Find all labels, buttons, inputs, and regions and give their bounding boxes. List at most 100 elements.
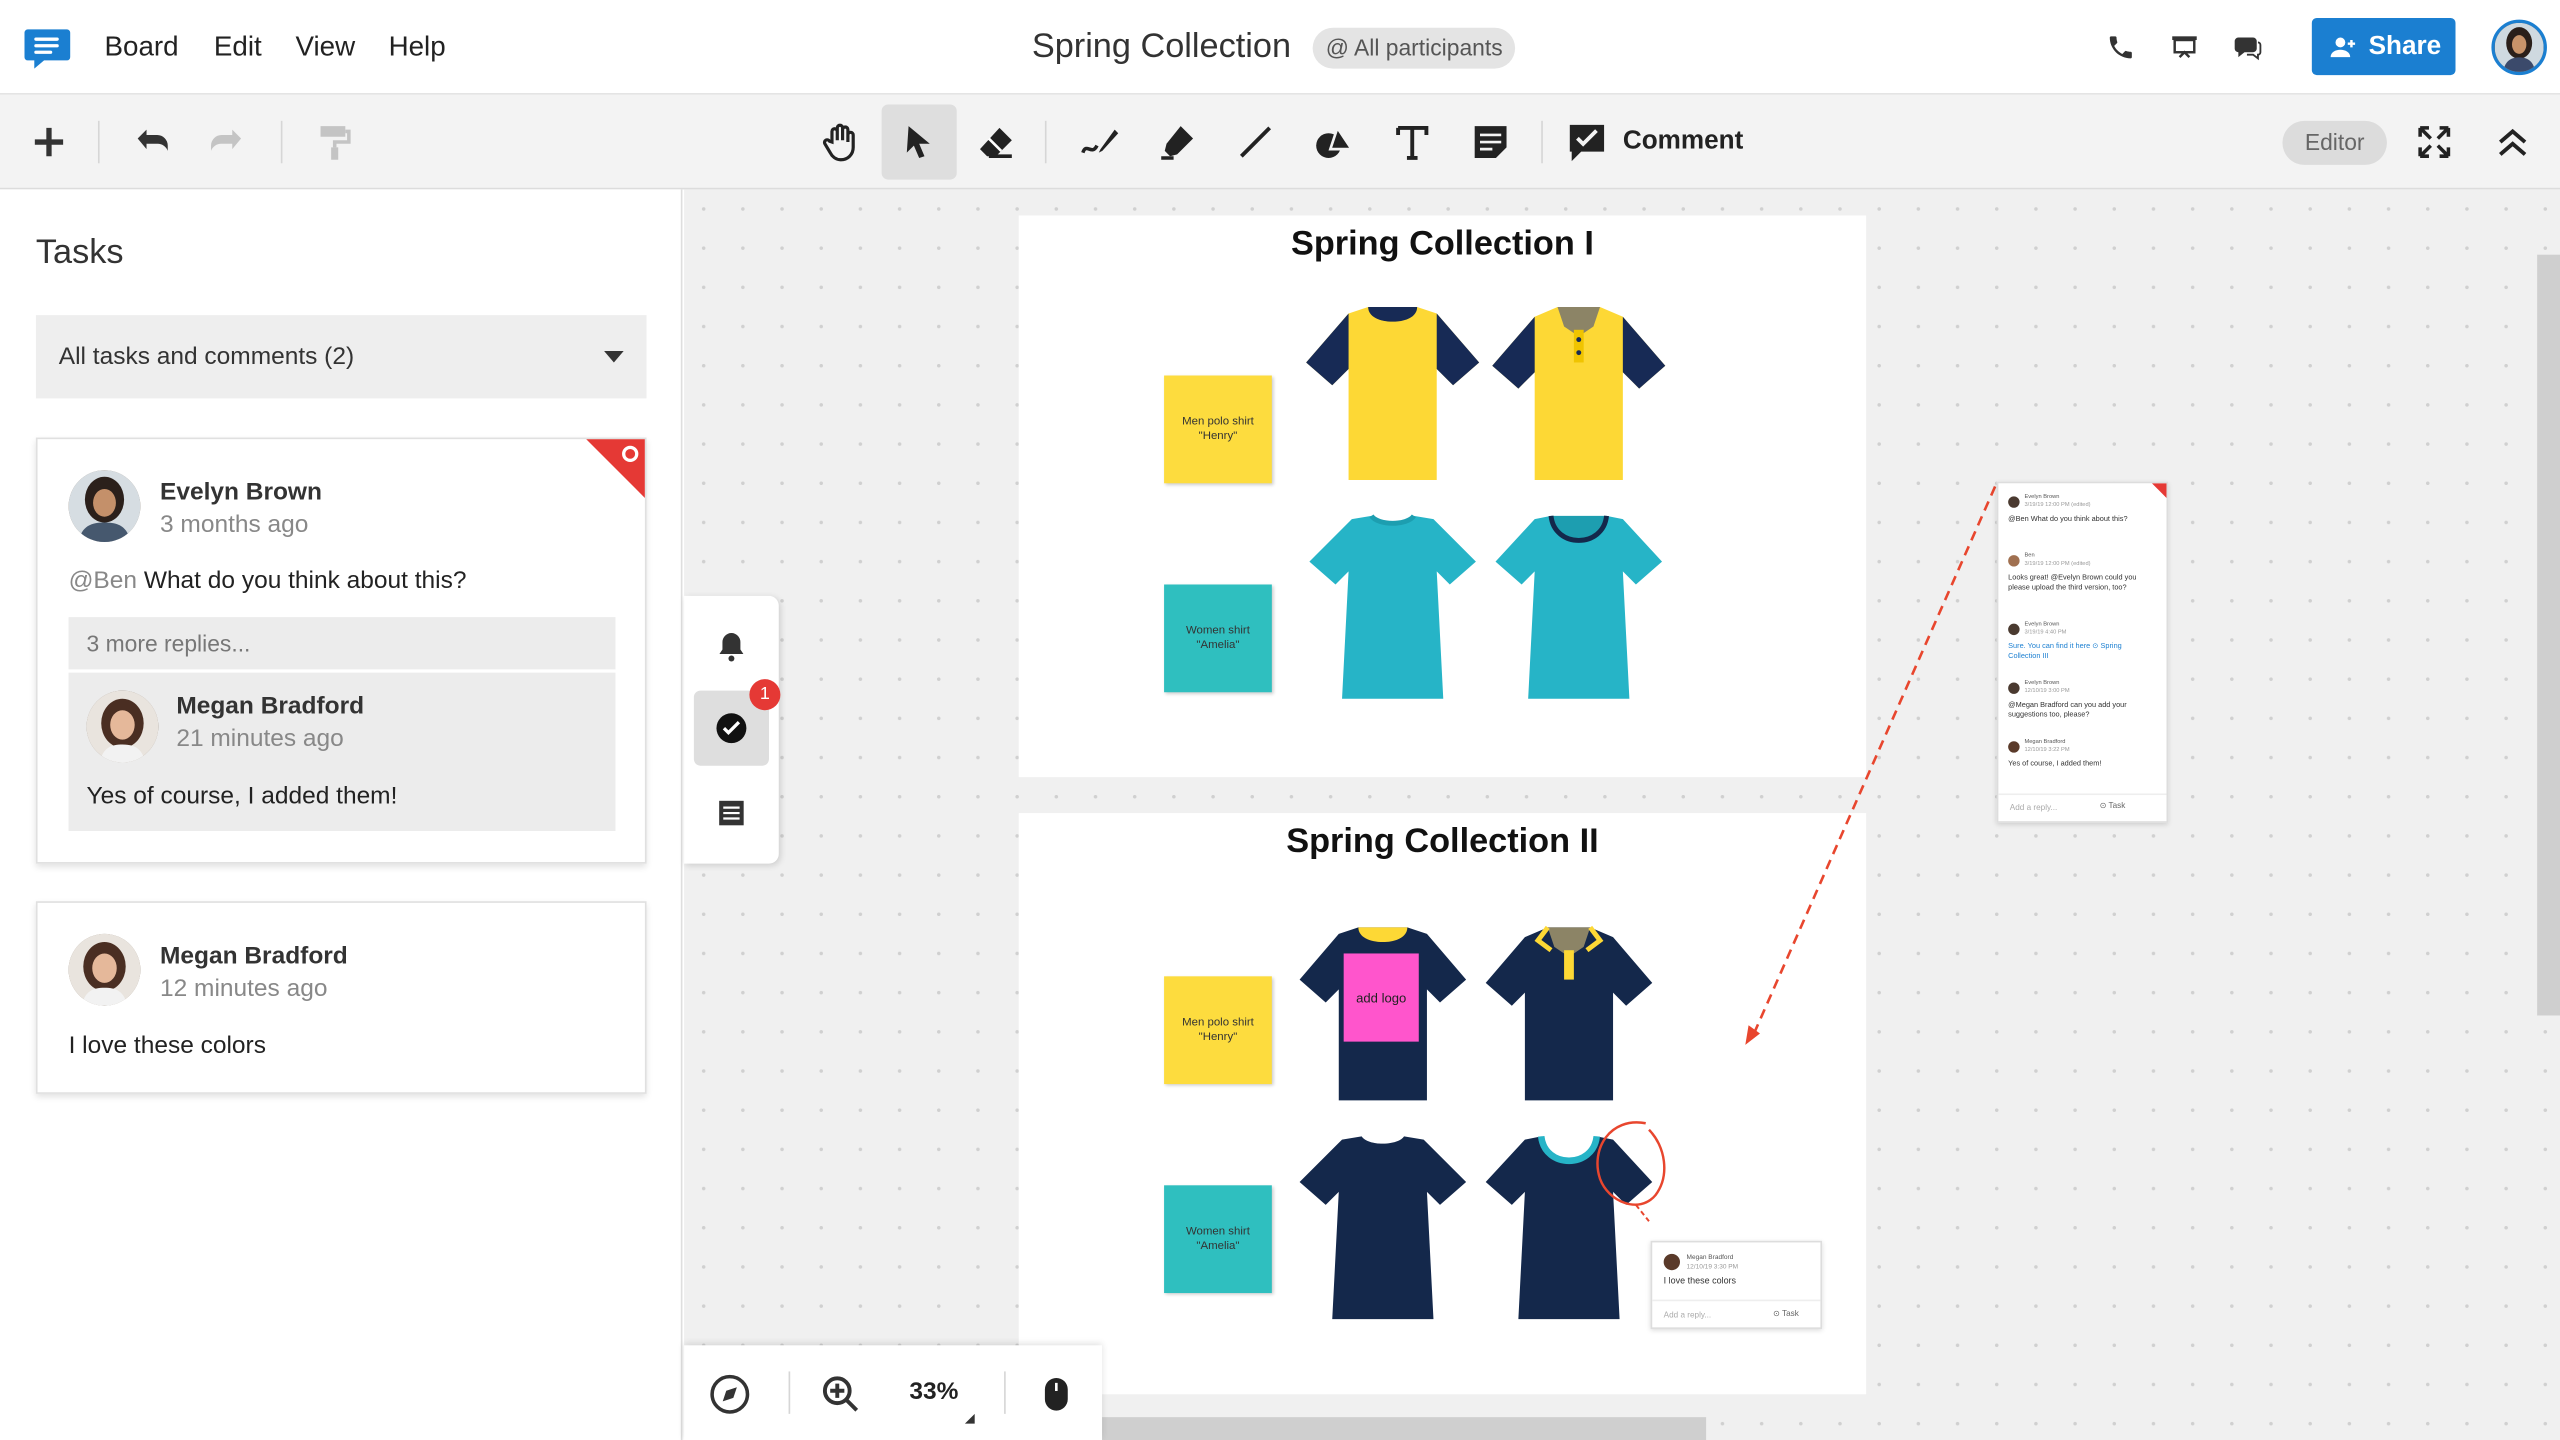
menu-board[interactable]: Board (104, 31, 178, 64)
comment-text: @Ben What do you think about this? (69, 567, 467, 595)
share-button[interactable]: Share (2311, 17, 2456, 76)
presentation-icon[interactable] (2170, 33, 2199, 62)
format-painter-button[interactable] (297, 104, 372, 179)
comment-message: What do you think about this? (143, 566, 467, 595)
connector-arrow[interactable] (1729, 483, 2007, 1054)
sticky-note-tool-button[interactable] (1453, 104, 1528, 179)
task-card[interactable]: Megan Bradford 12 minutes ago I love the… (35, 901, 647, 1094)
mini-reply-input[interactable]: Add a reply... (1664, 1311, 1711, 1321)
task-filter-value: All tasks and comments (2) (58, 342, 355, 371)
mini-time: 12/10/19 3:30 PM (1686, 1262, 1739, 1271)
comment-time: 12 minutes ago (159, 974, 328, 1003)
add-user-icon (2326, 32, 2359, 61)
task-filter-select[interactable]: All tasks and comments (2) (35, 315, 647, 399)
sidebar-title: Tasks (35, 233, 124, 272)
thread-entry: Ben 3/19/19 12:00 PM (edited) Looks grea… (2008, 551, 2137, 592)
thread-task-button[interactable]: ⊙ Task (2100, 802, 2126, 812)
zoom-controls: 33% (684, 1345, 1103, 1440)
app-logo-icon[interactable] (23, 23, 72, 72)
comment-message: I love these colors (68, 1031, 266, 1060)
hand-tool-button[interactable] (803, 104, 878, 179)
mini-text: I love these colors (1663, 1276, 1737, 1287)
thread-entry: Megan Bradford 12/10/19 3:22 PM Yes of c… (2008, 737, 2102, 768)
avatar (68, 933, 141, 1006)
reply-message: Yes of course, I added them! (86, 782, 398, 810)
shirt-image[interactable] (1306, 513, 1479, 706)
comment-time: 3 months ago (159, 511, 309, 539)
task-card[interactable]: Evelyn Brown 3 months ago @Ben What do y… (35, 437, 647, 864)
eraser-icon (979, 127, 1012, 158)
horizontal-scrollbar[interactable] (1102, 1417, 1707, 1440)
caret-down-icon (604, 343, 624, 371)
navigator-button[interactable] (704, 1368, 756, 1420)
notes-list-button[interactable] (694, 776, 769, 851)
pen-tool-button[interactable] (1061, 104, 1136, 179)
sticky-note-men[interactable]: Men polo shirt "Henry" (1164, 976, 1272, 1085)
task-flag-icon[interactable] (586, 439, 645, 498)
editor-role-badge[interactable]: Editor (2282, 120, 2387, 165)
avatar (68, 470, 141, 543)
cursor-icon (906, 126, 930, 158)
menu-view[interactable]: View (296, 31, 356, 64)
highlighter-tool-button[interactable] (1140, 104, 1215, 179)
double-chevron-up-icon (2499, 128, 2527, 156)
line-icon (1239, 126, 1272, 158)
shirt-image[interactable] (1489, 304, 1669, 487)
shape-tool-button[interactable] (1296, 104, 1371, 179)
floating-panel: 1 (684, 595, 781, 864)
mini-task-button[interactable]: ⊙ Task (1773, 1309, 1799, 1319)
reply-author: Megan Bradford (176, 692, 365, 720)
shirt-image[interactable] (1296, 1133, 1469, 1326)
user-avatar[interactable] (2491, 19, 2547, 76)
redo-button[interactable] (189, 104, 264, 179)
zoom-in-button[interactable] (815, 1368, 867, 1420)
comment-author: Megan Bradford (159, 942, 348, 970)
comment-tool-button[interactable]: Comment (1564, 118, 1743, 167)
zoom-level[interactable]: 33% (909, 1378, 958, 1406)
annotation-circle[interactable] (1584, 1117, 1675, 1225)
chat-icon[interactable] (2233, 33, 2262, 62)
board-canvas[interactable]: Spring Collection I Men polo shirt "Henr… (684, 189, 2560, 1440)
shirt-image[interactable] (1303, 304, 1483, 487)
menu-help[interactable]: Help (389, 31, 446, 64)
canvas-comment-thread[interactable]: Evelyn Brown 3/19/19 12:00 PM (edited) @… (1996, 481, 2169, 823)
compass-icon (710, 1374, 750, 1414)
menu-edit[interactable]: Edit (214, 31, 262, 64)
comment-label: Comment (1622, 127, 1744, 156)
shirt-image[interactable] (1482, 924, 1655, 1107)
share-label: Share (2368, 31, 2442, 60)
mini-author: Megan Bradford (1686, 1252, 1734, 1261)
sticky-note-men[interactable]: Men polo shirt "Henry" (1164, 375, 1272, 484)
participants-badge[interactable]: @ All participants (1312, 27, 1516, 69)
sticky-note-women[interactable]: Women shirt "Amelia" (1164, 584, 1272, 693)
shapes-icon (1316, 124, 1355, 158)
frame-title: Spring Collection I (1290, 225, 1594, 263)
text-tool-button[interactable] (1375, 104, 1450, 179)
mention[interactable]: @Ben (69, 567, 137, 595)
line-tool-button[interactable] (1218, 104, 1293, 179)
add-logo-note[interactable]: add logo (1343, 953, 1419, 1042)
collapse-toolbar-button[interactable] (2475, 104, 2550, 179)
board-title[interactable]: Spring Collection (1032, 28, 1291, 67)
thread-entry: Evelyn Brown 3/19/19 4:40 PM Sure. You c… (2008, 620, 2122, 660)
notifications-button[interactable] (694, 609, 769, 684)
eraser-tool-button[interactable] (958, 104, 1033, 179)
shirt-image[interactable] (1492, 513, 1665, 706)
canvas-comment-bubble[interactable]: Megan Bradford 12/10/19 3:30 PM I love t… (1650, 1240, 1823, 1329)
comment-author: Evelyn Brown (159, 478, 322, 507)
mouse-icon (1044, 1377, 1068, 1411)
undo-button[interactable] (114, 104, 189, 179)
fullscreen-button[interactable] (2397, 104, 2472, 179)
mouse-mode-button[interactable] (1030, 1368, 1082, 1420)
thread-reply-input[interactable]: Add a reply... (2010, 803, 2057, 813)
add-button[interactable] (11, 104, 86, 179)
vertical-scrollbar[interactable] (2537, 254, 2560, 1016)
text-icon (1396, 125, 1429, 160)
zoom-menu-corner-icon[interactable] (964, 1413, 975, 1424)
select-tool-button[interactable] (881, 104, 957, 180)
sticky-note-women[interactable]: Women shirt "Amelia" (1164, 1185, 1272, 1294)
comment-check-icon (1569, 124, 1605, 162)
reply-time: 21 minutes ago (176, 724, 344, 753)
phone-icon[interactable] (2106, 33, 2135, 62)
more-replies-link[interactable]: 3 more replies... (68, 617, 616, 670)
